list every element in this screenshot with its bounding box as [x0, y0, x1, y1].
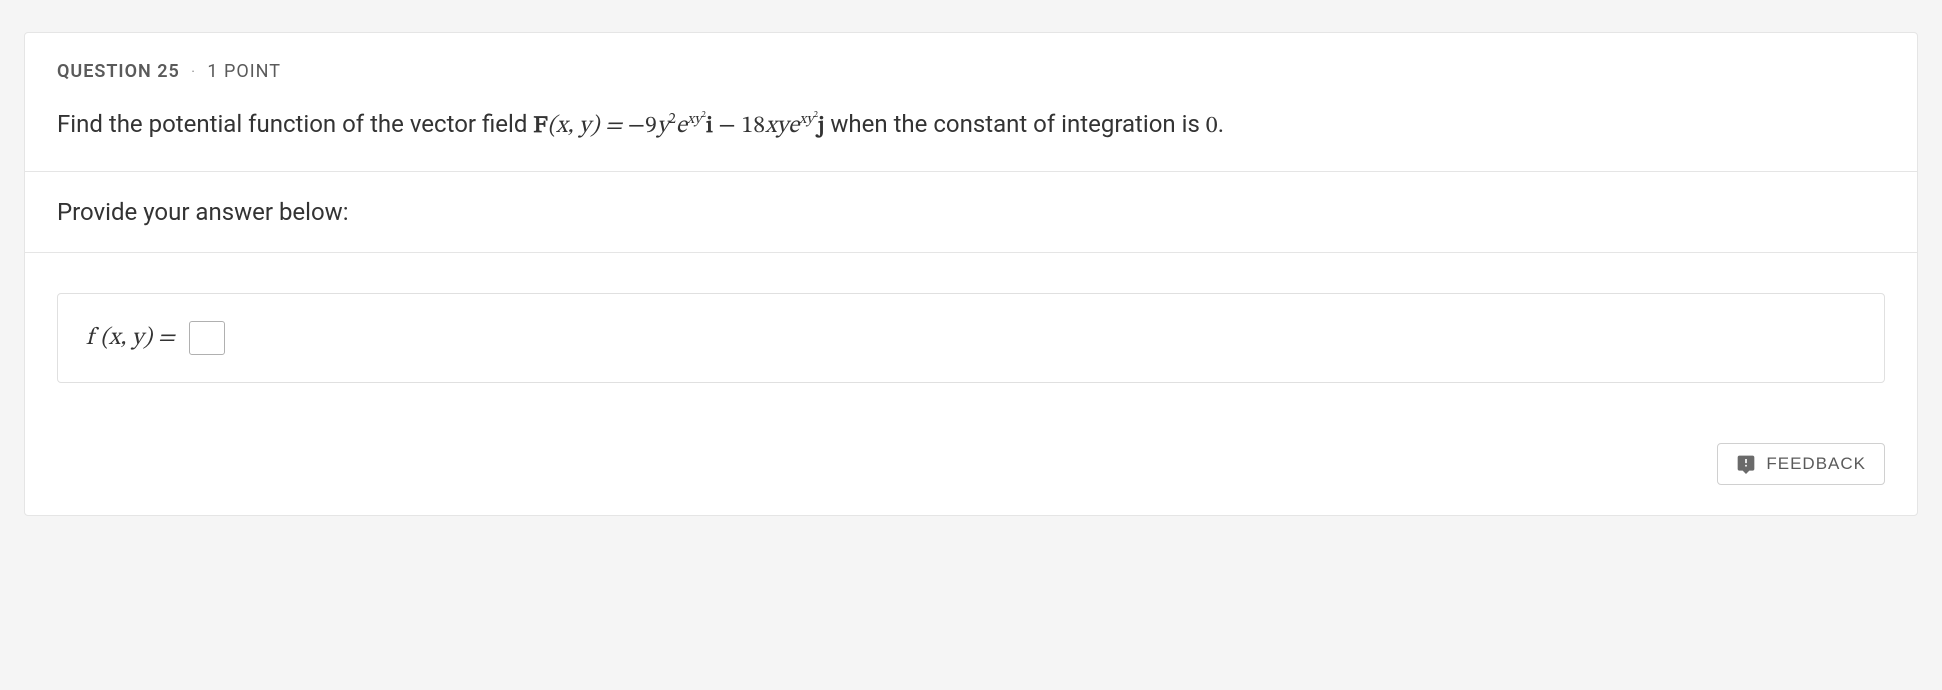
question-number: QUESTION 25	[57, 61, 180, 82]
term2-coeff: 18	[741, 114, 765, 138]
period: .	[1218, 110, 1224, 138]
unit-vector-i: i	[706, 114, 713, 138]
answer-prefix: f (x, y) =	[86, 323, 175, 353]
term1-e: e	[676, 114, 687, 138]
question-points: 1 POINT	[207, 61, 281, 82]
answer-area: f (x, y) =	[25, 253, 1917, 423]
answer-box[interactable]: f (x, y) =	[57, 293, 1885, 383]
minus-sign: −	[713, 114, 742, 138]
question-card: QUESTION 25 · 1 POINT Find the potential…	[24, 32, 1918, 516]
term1-exponent: xy2	[687, 112, 706, 127]
vector-args: (x, y) =	[547, 114, 627, 138]
feedback-row: FEEDBACK	[25, 423, 1917, 515]
separator-dot: ·	[191, 64, 196, 80]
question-text: Find the potential function of the vecto…	[25, 90, 1917, 172]
question-prompt-post: when the constant of integration is	[824, 110, 1205, 138]
term1-y-exp: 2	[669, 112, 676, 127]
question-header: QUESTION 25 · 1 POINT	[25, 33, 1917, 90]
term1-coeff: −9	[628, 114, 657, 138]
term2-exponent: xy2	[799, 112, 818, 127]
answer-input[interactable]	[189, 321, 225, 355]
feedback-label: FEEDBACK	[1766, 454, 1866, 474]
answer-prompt: Provide your answer below:	[25, 172, 1917, 253]
question-prompt-pre: Find the potential function of the vecto…	[57, 110, 533, 138]
zero-constant: 0	[1206, 114, 1218, 138]
term1-y: y	[657, 114, 669, 138]
term2-var: xye	[765, 114, 799, 138]
feedback-button[interactable]: FEEDBACK	[1717, 443, 1885, 485]
vector-F: F	[533, 114, 547, 138]
feedback-icon	[1736, 454, 1756, 474]
